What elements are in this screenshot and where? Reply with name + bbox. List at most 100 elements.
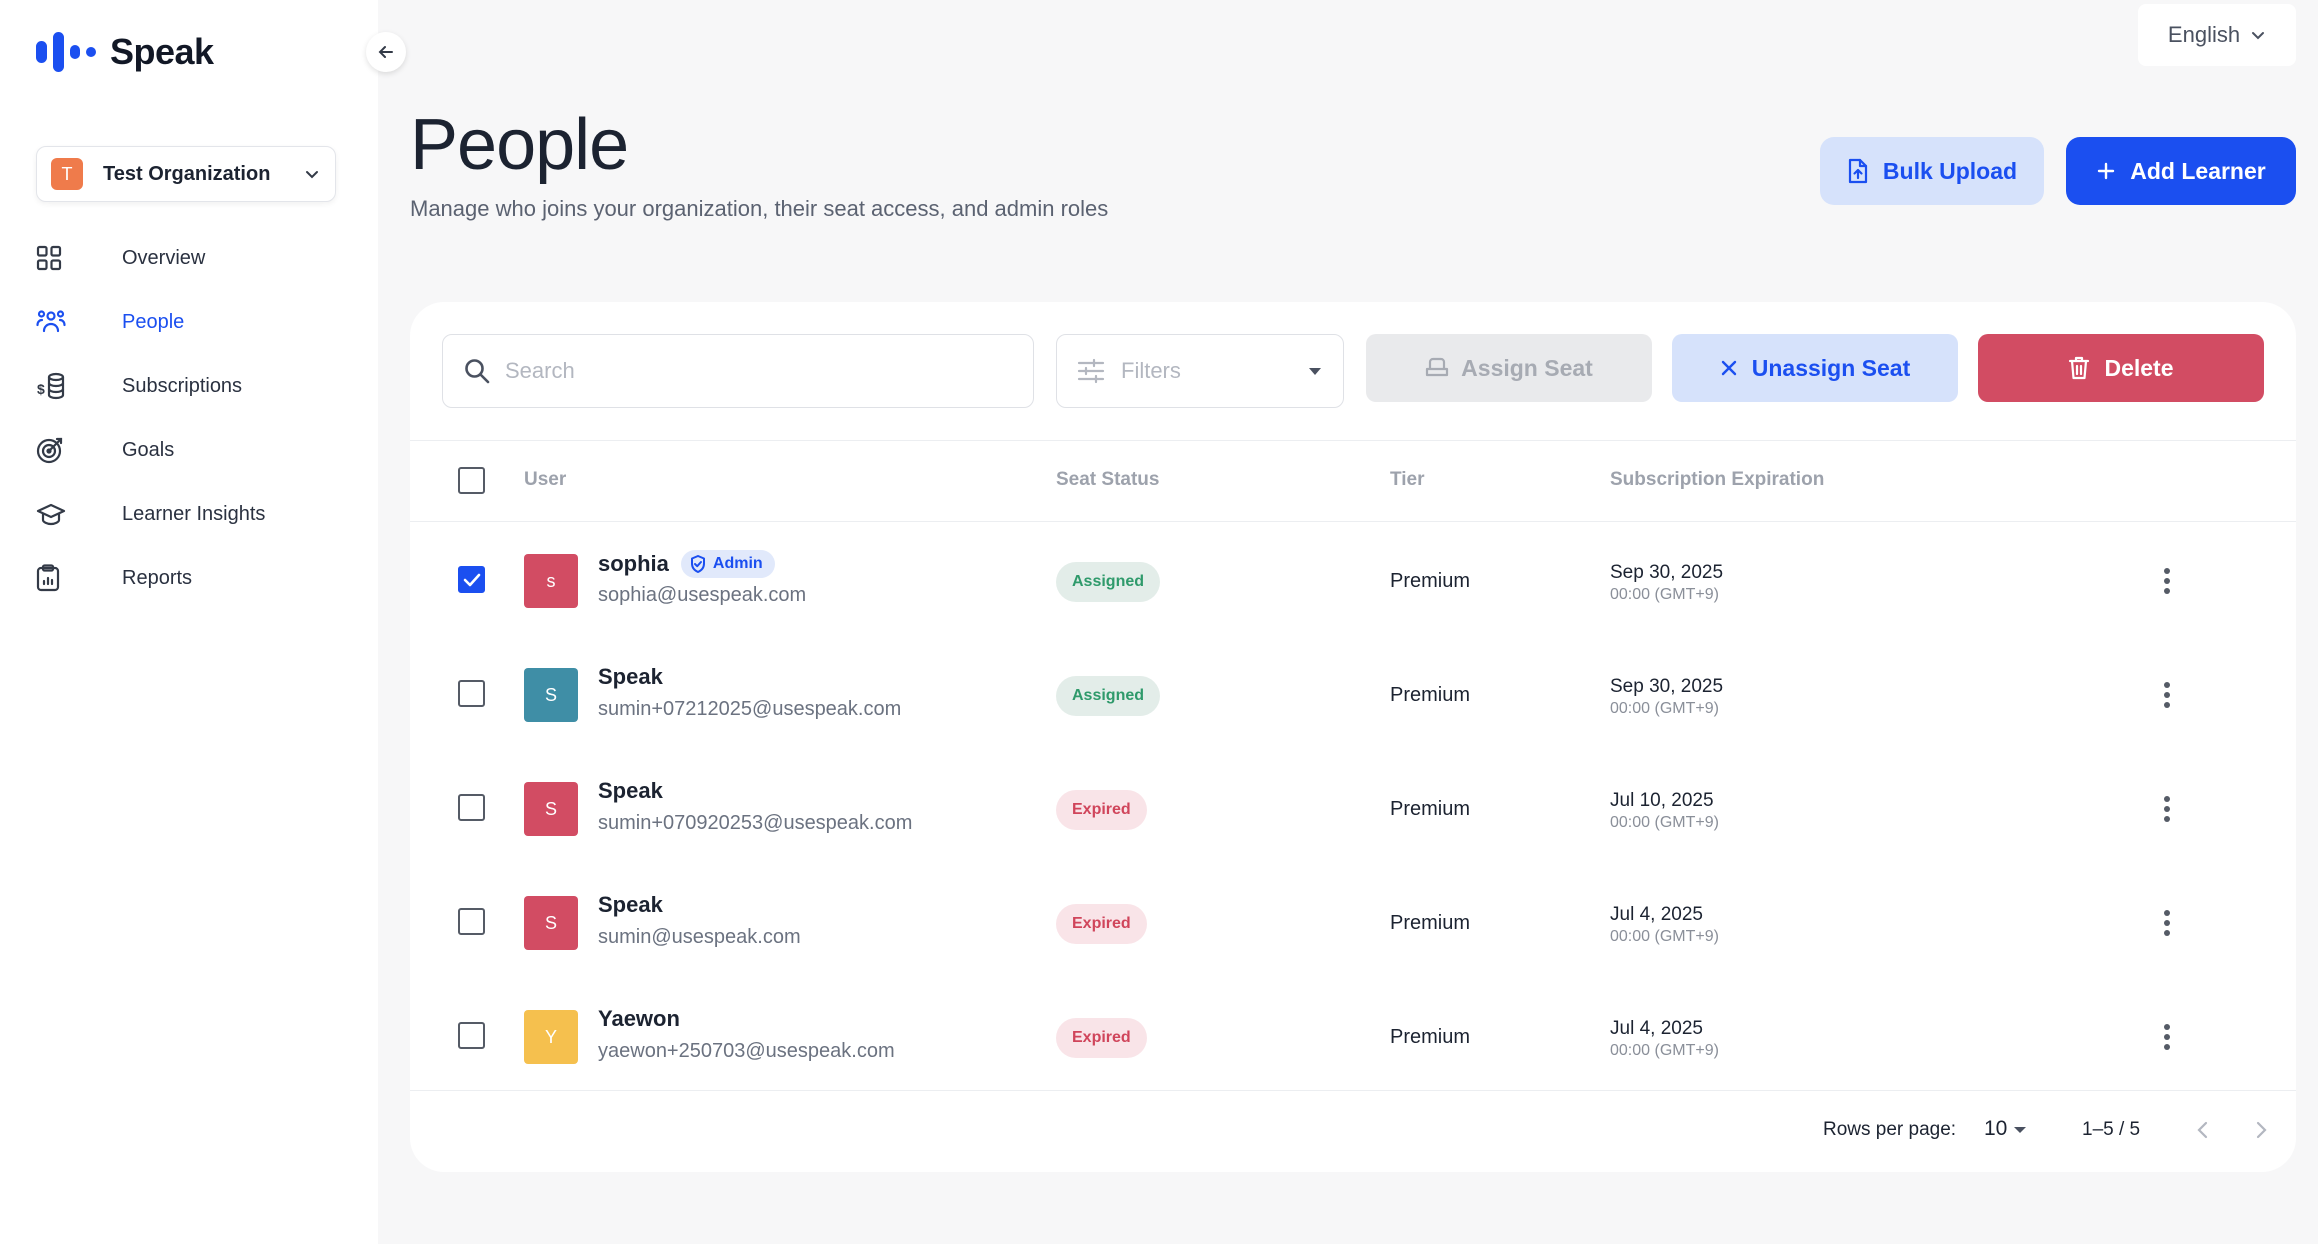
rows-per-page-value: 10 xyxy=(1984,1117,2008,1140)
shield-check-icon xyxy=(690,555,705,573)
user-name: Speak xyxy=(598,664,663,690)
sidebar-item-reports[interactable]: Reports xyxy=(36,546,356,610)
language-label: English xyxy=(2167,22,2241,47)
table-footer: Rows per page: 10 1–5 / 5 xyxy=(410,1090,2296,1172)
kebab-dot xyxy=(2164,1034,2170,1040)
expiration-time: 00:00 (GMT+9) xyxy=(1610,928,1719,945)
chevron-down-icon xyxy=(306,171,318,179)
column-header-seat-status[interactable]: Seat Status xyxy=(1056,469,1159,491)
user-name-text: sophia xyxy=(598,551,669,576)
collapse-sidebar-button[interactable] xyxy=(366,32,406,72)
search-icon xyxy=(465,359,490,384)
table-row[interactable]: S Speak sumin@usespeak.com Expired Premium Ju… xyxy=(410,864,2296,978)
sidebar-item-overview[interactable]: Overview xyxy=(36,226,356,290)
column-header-tier[interactable]: Tier xyxy=(1390,469,1425,491)
table-header: User Seat Status Tier Subscription Expir… xyxy=(410,440,2296,522)
table-row[interactable]: S Speak sumin+07212025@usespeak.com Assigne… xyxy=(410,636,2296,750)
search-box[interactable] xyxy=(442,334,1034,408)
previous-page-button[interactable] xyxy=(2192,1117,2214,1148)
admin-badge: Admin xyxy=(680,550,775,578)
row-checkbox[interactable] xyxy=(458,908,485,935)
delete-label: Delete xyxy=(2104,354,2174,381)
add-learner-button[interactable]: Add Learner xyxy=(2066,137,2296,205)
app-logo[interactable]: Speak xyxy=(36,30,214,74)
organization-name: Test Organization xyxy=(103,162,271,185)
column-header-user[interactable]: User xyxy=(524,469,566,491)
kebab-dot xyxy=(2164,910,2170,916)
sidebar-item-people[interactable]: People xyxy=(36,290,356,354)
expiration-date: Jul 10, 2025 xyxy=(1610,790,1714,811)
user-name: Speak xyxy=(598,892,663,918)
clipboard-icon xyxy=(36,563,90,593)
search-input[interactable] xyxy=(505,358,1005,384)
sliders-icon xyxy=(1077,358,1105,384)
svg-text:$: $ xyxy=(37,381,45,397)
row-checkbox[interactable] xyxy=(458,566,485,593)
chevron-left-icon xyxy=(2197,1121,2208,1139)
kebab-dot xyxy=(2164,568,2170,574)
table-row[interactable]: Y Yaewon yaewon+250703@usespeak.com Expired… xyxy=(410,978,2296,1092)
next-page-button[interactable] xyxy=(2250,1117,2272,1148)
seat-icon xyxy=(1426,357,1449,377)
avatar: S xyxy=(524,668,578,722)
coins-icon: $ xyxy=(36,371,90,401)
sidebar-item-subscriptions[interactable]: $ Subscriptions xyxy=(36,354,356,418)
chevron-down-icon xyxy=(2252,32,2265,40)
row-menu-button[interactable] xyxy=(2152,678,2182,712)
row-menu-button[interactable] xyxy=(2152,906,2182,940)
user-name: Yaewon xyxy=(598,1006,680,1032)
expiration-time: 00:00 (GMT+9) xyxy=(1610,1042,1719,1059)
kebab-dot xyxy=(2164,930,2170,936)
delete-button[interactable]: Delete xyxy=(1978,334,2264,402)
filters-dropdown[interactable]: Filters xyxy=(1056,334,1344,408)
unassign-seat-label: Unassign Seat xyxy=(1751,354,1911,381)
row-menu-button[interactable] xyxy=(2152,1020,2182,1054)
select-all-checkbox[interactable] xyxy=(458,467,485,494)
rows-per-page-select[interactable]: 10 xyxy=(1984,1117,2027,1141)
kebab-dot xyxy=(2164,702,2170,708)
expiration-date: Sep 30, 2025 xyxy=(1610,676,1724,697)
row-menu-button[interactable] xyxy=(2152,564,2182,598)
seat-status-badge: Assigned xyxy=(1056,676,1161,716)
seat-status-badge: Expired xyxy=(1056,790,1147,830)
avatar: Y xyxy=(524,1010,578,1064)
table-row[interactable]: s sophia Admin sophia@usespeak.com Assigned P… xyxy=(410,522,2296,636)
chevron-right-icon xyxy=(2256,1121,2267,1139)
language-selector[interactable]: English xyxy=(2138,4,2296,66)
expiration-time: 00:00 (GMT+9) xyxy=(1610,586,1719,603)
unassign-seat-button[interactable]: Unassign Seat xyxy=(1672,334,1958,402)
column-header-expiration[interactable]: Subscription Expiration xyxy=(1610,469,1824,491)
file-upload-icon xyxy=(1848,158,1868,184)
sidebar-item-label: Learner Insights xyxy=(122,502,266,525)
expiration-date: Jul 4, 2025 xyxy=(1610,904,1703,925)
assign-seat-button[interactable]: Assign Seat xyxy=(1366,334,1652,402)
user-name-text: Speak xyxy=(598,778,663,803)
close-icon xyxy=(1721,360,1736,376)
user-email: sophia@usespeak.com xyxy=(598,584,807,606)
bulk-upload-button[interactable]: Bulk Upload xyxy=(1820,137,2044,205)
row-checkbox[interactable] xyxy=(458,1022,485,1049)
sidebar-item-goals[interactable]: Goals xyxy=(36,418,356,482)
sidebar-item-label: Reports xyxy=(122,566,193,589)
sidebar-item-learner-insights[interactable]: Learner Insights xyxy=(36,482,356,546)
row-checkbox[interactable] xyxy=(458,680,485,707)
table-row[interactable]: S Speak sumin+070920253@usespeak.com Expire… xyxy=(410,750,2296,864)
add-learner-label: Add Learner xyxy=(2130,157,2266,184)
row-menu-button[interactable] xyxy=(2152,792,2182,826)
sidebar-item-label: Goals xyxy=(122,438,175,461)
row-checkbox[interactable] xyxy=(458,794,485,821)
page-title: People xyxy=(410,105,629,185)
arrow-left-icon xyxy=(378,46,393,58)
rows-per-page-label: Rows per page: xyxy=(1823,1119,1957,1140)
graduation-cap-icon xyxy=(36,499,90,529)
kebab-dot xyxy=(2164,588,2170,594)
filters-label: Filters xyxy=(1121,358,1181,383)
page-subtitle: Manage who joins your organization, thei… xyxy=(410,196,1109,221)
assign-seat-label: Assign Seat xyxy=(1461,354,1593,381)
tier-cell: Premium xyxy=(1390,684,1471,706)
user-name-text: Yaewon xyxy=(598,1006,680,1031)
tier-cell: Premium xyxy=(1390,912,1471,934)
avatar: S xyxy=(524,896,578,950)
organization-selector[interactable]: T Test Organization xyxy=(36,146,336,202)
bulk-upload-label: Bulk Upload xyxy=(1882,157,2018,184)
